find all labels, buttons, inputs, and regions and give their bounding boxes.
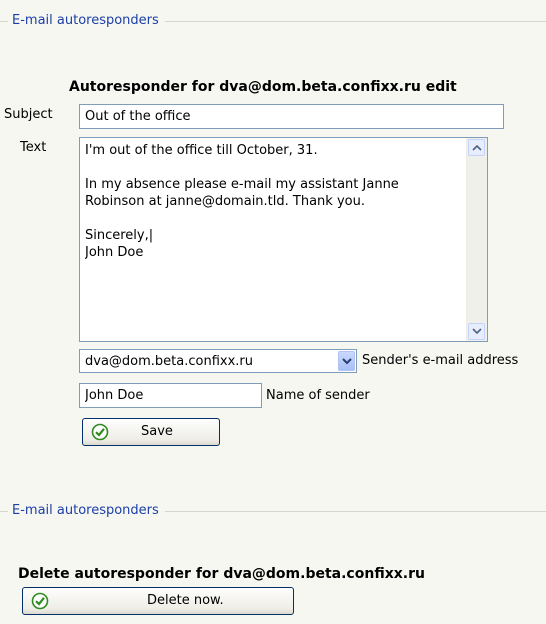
chevron-down-icon [342, 358, 352, 365]
fieldset-legend: E-mail autoresponders [8, 12, 165, 30]
fieldset-legend: E-mail autoresponders [8, 502, 165, 520]
chevron-up-icon [472, 144, 482, 151]
text-label: Text [20, 140, 47, 155]
sender-email-value: dva@dom.beta.confixx.ru [85, 354, 253, 369]
delete-now-button[interactable]: Delete now. [22, 587, 294, 615]
sender-email-select[interactable]: dva@dom.beta.confixx.ru [79, 349, 357, 373]
scroll-down-button[interactable] [468, 323, 485, 340]
delete-fieldset: E-mail autoresponders [0, 502, 546, 520]
autoresponder-fieldset: E-mail autoresponders [0, 12, 546, 30]
check-circle-icon [31, 592, 49, 610]
check-circle-icon [91, 423, 109, 441]
subject-label: Subject [4, 107, 53, 122]
delete-heading: Delete autoresponder for dva@dom.beta.co… [18, 566, 425, 582]
sender-name-input[interactable] [79, 383, 262, 408]
sender-email-label: Sender's e-mail address [362, 353, 519, 368]
delete-button-label: Delete now. [147, 593, 224, 608]
dropdown-button[interactable] [338, 351, 355, 371]
chevron-down-icon [472, 328, 482, 335]
scroll-up-button[interactable] [468, 139, 485, 156]
sender-name-label: Name of sender [266, 388, 370, 403]
message-textarea[interactable]: I'm out of the office till October, 31. … [79, 137, 488, 342]
subject-input[interactable] [79, 104, 504, 129]
message-text[interactable]: I'm out of the office till October, 31. … [85, 142, 461, 337]
edit-heading: Autoresponder for dva@dom.beta.confixx.r… [69, 79, 457, 95]
save-button[interactable]: Save [82, 418, 220, 446]
textarea-scrollbar[interactable] [466, 138, 487, 341]
save-button-label: Save [141, 424, 173, 439]
